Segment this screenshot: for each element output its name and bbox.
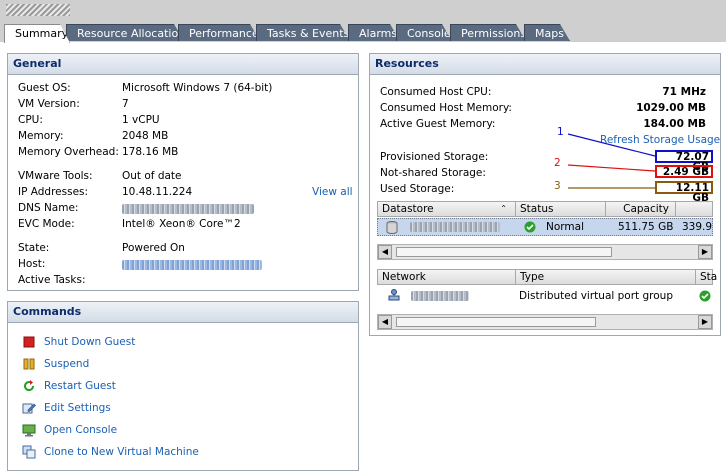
scroll-left-icon[interactable]: ◀	[378, 315, 392, 329]
tab-maps[interactable]: Maps	[524, 24, 570, 41]
network-name-redacted	[411, 291, 469, 301]
provisioned-storage-value: 72.07 GB	[655, 150, 713, 172]
general-label: DNS Name:	[18, 202, 79, 214]
resources-panel: Resources Consumed Host CPU: 71 MHz Cons…	[369, 53, 721, 336]
column-label: Datastore	[382, 203, 434, 215]
tab-bar: Summary Resource Allocation Performance …	[0, 24, 726, 42]
cpu-value: 1 vCPU	[122, 114, 160, 126]
datastore-hscrollbar[interactable]: ◀ ▶	[377, 244, 713, 260]
restart-icon	[24, 380, 35, 392]
storage-label: Not-shared Storage:	[380, 167, 486, 179]
vmware-tools-value: Out of date	[122, 170, 182, 182]
datastore-column-header[interactable]: Datastore ⌃	[378, 202, 516, 216]
command-label: Open Console	[44, 424, 118, 436]
general-panel: General Guest OS: Microsoft Windows 7 (6…	[7, 53, 359, 291]
general-panel-title: General	[8, 54, 358, 75]
used-storage-value: 12.11 GB	[655, 181, 713, 203]
command-label: Clone to New Virtual Machine	[44, 446, 199, 458]
memory-overhead-value: 178.16 MB	[122, 146, 179, 158]
general-label: VMware Tools:	[18, 170, 93, 182]
command-label: Suspend	[44, 358, 90, 370]
ip-address-value: 10.48.11.224	[122, 186, 193, 198]
scroll-left-icon[interactable]: ◀	[378, 245, 392, 259]
general-label: Host:	[18, 258, 46, 270]
clone-icon	[22, 445, 36, 459]
guest-os-value: Microsoft Windows 7 (64-bit)	[122, 82, 273, 94]
status-column-header[interactable]: Status	[516, 202, 606, 216]
command-label: Shut Down Guest	[44, 336, 136, 348]
evc-mode-value: Intel® Xeon® Core™2	[122, 218, 241, 230]
network-icon	[388, 289, 400, 301]
type-column-header[interactable]: Type	[516, 270, 696, 284]
marker-2: 2	[554, 157, 561, 169]
dns-name-redacted	[122, 204, 254, 214]
command-label: Edit Settings	[44, 402, 111, 414]
marker-3: 3	[554, 180, 561, 192]
capacity-column-header[interactable]: Capacity	[606, 202, 676, 216]
general-label: IP Addresses:	[18, 186, 89, 198]
datastore-capacity: 511.75 GB	[618, 221, 674, 233]
network-grid-header: Network Type Sta	[377, 269, 717, 285]
vm-version-value: 7	[122, 98, 129, 110]
datastore-row[interactable]: Normal 511.75 GB 339.9	[377, 218, 713, 236]
storage-label: Used Storage:	[380, 183, 455, 195]
general-label: CPU:	[18, 114, 43, 126]
general-label: Guest OS:	[18, 82, 71, 94]
tab-summary[interactable]: Summary	[4, 24, 70, 43]
pause-icon	[23, 358, 35, 370]
network-hscrollbar[interactable]: ◀ ▶	[377, 314, 713, 330]
tab-console[interactable]: Console	[396, 24, 452, 41]
marker-1: 1	[557, 126, 564, 138]
network-column-header[interactable]: Network	[378, 270, 516, 284]
not-shared-storage-value: 2.49 GB	[655, 165, 713, 178]
status-ok-icon	[524, 221, 536, 233]
edit-settings-icon	[22, 403, 36, 414]
command-label: Restart Guest	[44, 380, 116, 392]
tab-alarms[interactable]: Alarms	[348, 24, 400, 41]
general-label: Memory Overhead:	[18, 146, 119, 158]
tab-resource-allocation[interactable]: Resource Allocation	[66, 24, 184, 41]
tab-permissions[interactable]: Permissions	[450, 24, 526, 41]
scroll-right-icon[interactable]: ▶	[698, 315, 712, 329]
scroll-right-icon[interactable]: ▶	[698, 245, 712, 259]
stop-icon	[23, 336, 35, 348]
scroll-thumb[interactable]	[396, 247, 612, 257]
tab-tasks-events[interactable]: Tasks & Events	[256, 24, 350, 41]
datastore-grid-header: Datastore ⌃ Status Capacity	[377, 201, 713, 217]
sort-asc-icon: ⌃	[500, 204, 507, 213]
scroll-thumb[interactable]	[396, 317, 596, 327]
network-type: Distributed virtual port group	[519, 290, 673, 302]
commands-panel: Commands Shut Down Guest Suspend Restart…	[7, 301, 359, 471]
datastore-icon	[386, 221, 398, 234]
datastore-status: Normal	[546, 221, 584, 233]
general-label: VM Version:	[18, 98, 80, 110]
general-label: EVC Mode:	[18, 218, 75, 230]
top-bar: Summary Resource Allocation Performance …	[0, 0, 726, 42]
storage-label: Provisioned Storage:	[380, 151, 489, 163]
network-row[interactable]: Distributed virtual port group	[377, 287, 713, 305]
status-column-header[interactable]: Sta	[696, 270, 717, 284]
datastore-name-redacted	[410, 222, 500, 232]
general-label: Memory:	[18, 130, 64, 142]
datastore-free-partial: 339.9	[682, 221, 713, 233]
status-ok-icon	[699, 290, 711, 302]
general-label: State:	[18, 242, 50, 254]
host-link-redacted[interactable]	[122, 260, 262, 270]
console-icon	[22, 424, 36, 437]
commands-panel-title: Commands	[8, 302, 358, 323]
tab-performance[interactable]: Performance	[178, 24, 260, 41]
memory-value: 2048 MB	[122, 130, 169, 142]
state-value: Powered On	[122, 242, 185, 254]
view-all-link[interactable]: View all	[312, 186, 353, 198]
general-label: Active Tasks:	[18, 274, 86, 286]
vm-name-redacted	[6, 4, 70, 16]
